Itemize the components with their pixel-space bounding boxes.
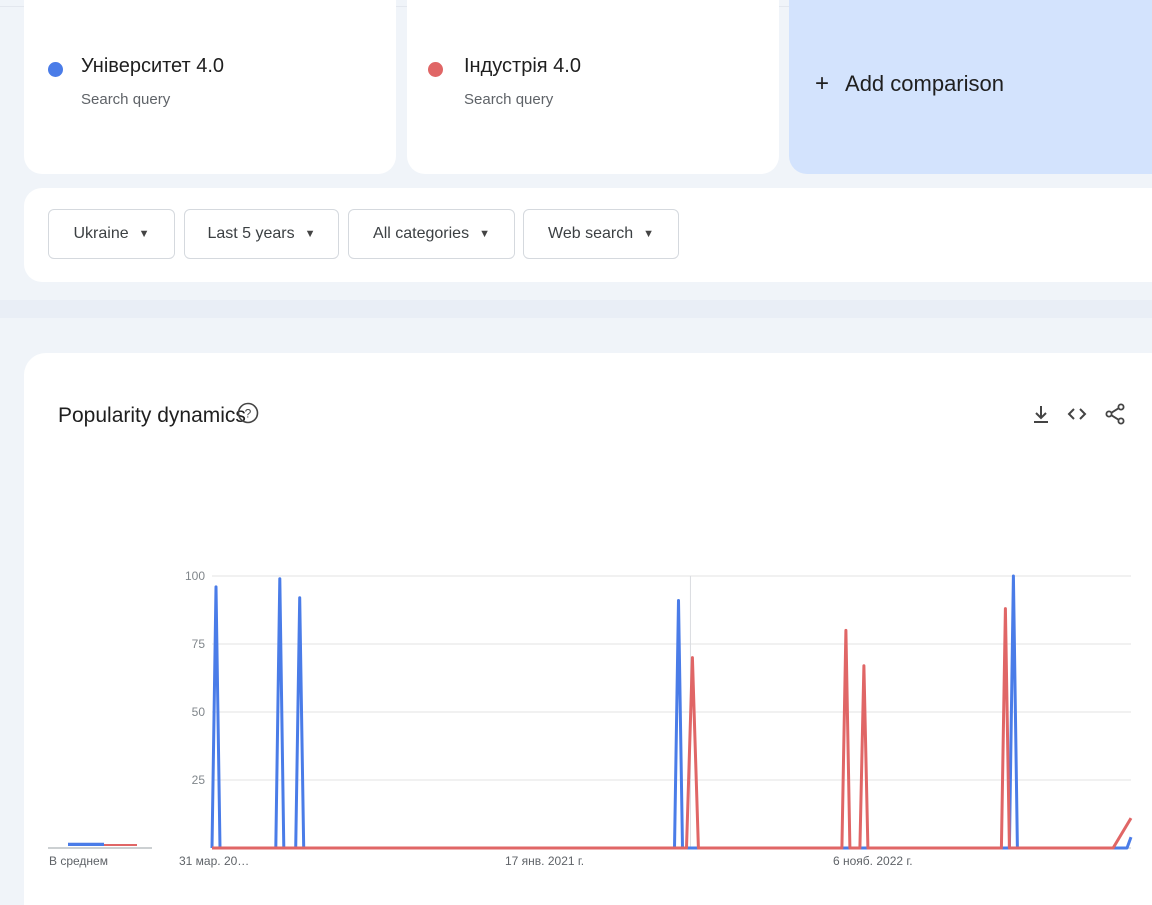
y-tick-label: 25 xyxy=(192,773,206,787)
y-tick-label: 100 xyxy=(185,569,205,583)
average-bar xyxy=(104,844,137,846)
x-tick-label: 17 янв. 2021 г. xyxy=(505,854,585,868)
series-line xyxy=(212,607,1133,850)
y-tick-label: 75 xyxy=(192,637,206,651)
x-tick-label: 6 нояб. 2022 г. xyxy=(833,854,913,868)
x-tick-label: 31 мар. 20… xyxy=(179,854,250,868)
average-bar xyxy=(68,842,104,846)
y-tick-label: 50 xyxy=(192,705,206,719)
average-label: В среднем xyxy=(49,854,108,868)
trend-chart: 100 75 50 25 xyxy=(48,569,1133,850)
